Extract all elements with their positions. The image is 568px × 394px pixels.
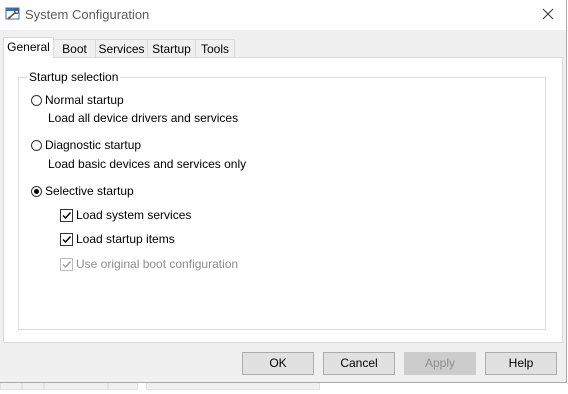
tab-general[interactable]: General: [3, 37, 54, 58]
tab-services[interactable]: Services: [95, 39, 148, 57]
window-title: System Configuration: [25, 7, 150, 22]
title-bar: System Configuration: [0, 0, 566, 30]
normal-startup-label: Normal startup: [45, 93, 124, 107]
background-segment: [108, 383, 138, 390]
load-startup-items-label: Load startup items: [76, 232, 175, 246]
checkmark-icon: [62, 260, 72, 268]
cancel-button[interactable]: Cancel: [323, 352, 395, 375]
startup-selection-legend: Startup selection: [27, 70, 121, 84]
general-tab-panel: Startup selection Normal startup Load al…: [3, 57, 563, 343]
normal-startup-option[interactable]: Normal startup: [31, 93, 124, 107]
system-configuration-window: System Configuration General Boot Servic…: [0, 0, 567, 383]
background-segment: [22, 383, 44, 390]
background-segment: [44, 383, 108, 390]
load-system-services-option[interactable]: Load system services: [60, 208, 191, 222]
normal-startup-description: Load all device drivers and services: [48, 111, 239, 125]
selective-startup-label: Selective startup: [45, 184, 134, 198]
help-button[interactable]: Help: [485, 352, 557, 375]
tab-tools[interactable]: Tools: [195, 39, 235, 57]
diagnostic-startup-radio[interactable]: [31, 139, 42, 151]
use-original-boot-config-checkbox: [60, 257, 73, 271]
use-original-boot-config-option: Use original boot configuration: [60, 257, 238, 271]
load-system-services-checkbox[interactable]: [60, 208, 73, 222]
tab-boot[interactable]: Boot: [53, 39, 96, 57]
close-button[interactable]: [538, 5, 558, 25]
checkmark-icon: [62, 211, 72, 219]
selective-startup-radio[interactable]: [31, 185, 42, 197]
checkmark-icon: [62, 235, 72, 243]
load-startup-items-checkbox[interactable]: [60, 232, 73, 246]
diagnostic-startup-description: Load basic devices and services only: [48, 157, 247, 171]
load-startup-items-option[interactable]: Load startup items: [60, 232, 175, 246]
selective-startup-option[interactable]: Selective startup: [31, 184, 134, 198]
normal-startup-radio[interactable]: [31, 94, 42, 106]
use-original-boot-config-label: Use original boot configuration: [76, 257, 239, 271]
msconfig-app-icon: [5, 6, 21, 22]
background-segment: [0, 383, 22, 390]
load-system-services-label: Load system services: [76, 208, 192, 222]
tab-startup[interactable]: Startup: [147, 39, 196, 57]
diagnostic-startup-option[interactable]: Diagnostic startup: [31, 138, 141, 152]
diagnostic-startup-label: Diagnostic startup: [45, 138, 142, 152]
background-segment: [146, 383, 320, 390]
close-icon: [542, 8, 554, 23]
background-strip: [0, 383, 568, 394]
ok-button[interactable]: OK: [242, 352, 314, 375]
startup-selection-group: Startup selection Normal startup Load al…: [18, 70, 546, 330]
apply-button: Apply: [404, 352, 476, 375]
